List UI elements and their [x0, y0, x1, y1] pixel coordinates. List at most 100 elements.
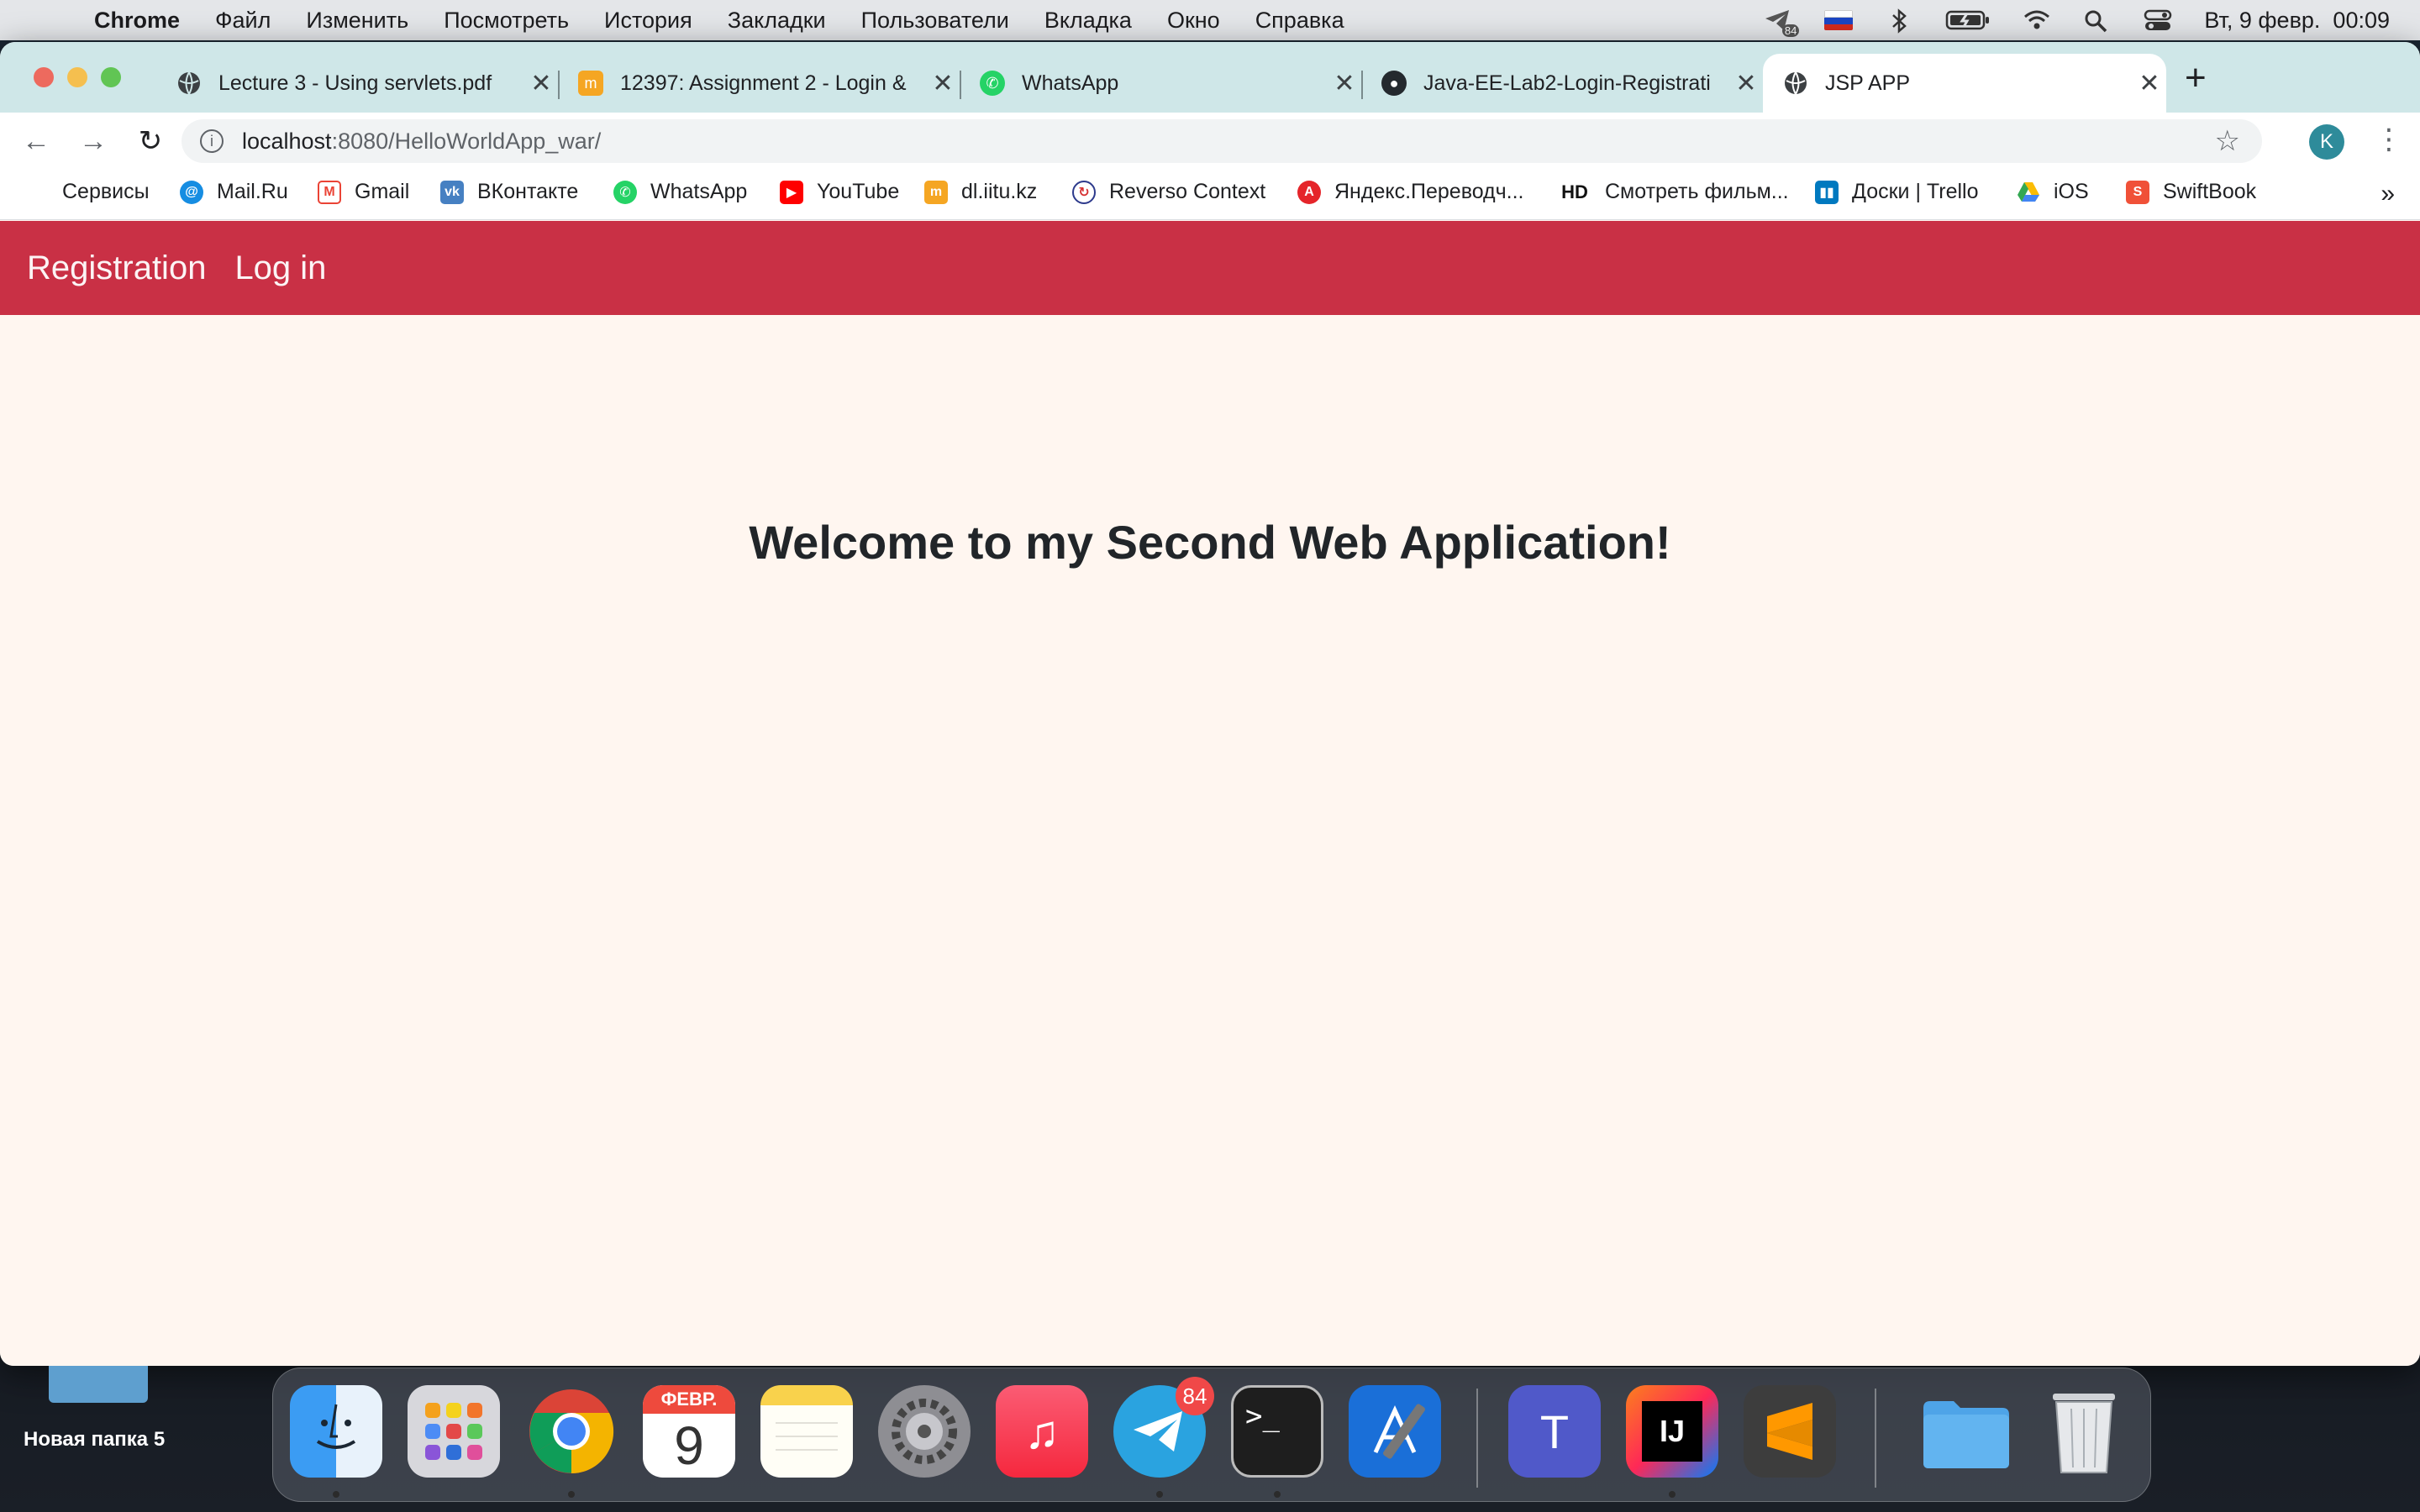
- bookmark-reverso[interactable]: ↻ Reverso Context: [1072, 180, 1265, 204]
- bookmark-whatsapp[interactable]: ✆ WhatsApp: [613, 180, 747, 204]
- bookmark-label: Сервисы: [62, 180, 150, 203]
- tab-jsp-app[interactable]: JSP APP ✕: [1763, 54, 2166, 113]
- menu-users[interactable]: Пользователи: [861, 8, 1009, 34]
- zoom-window-button[interactable]: [101, 67, 121, 87]
- menu-clock[interactable]: Вт, 9 февр. 00:09: [2204, 8, 2390, 34]
- bookmark-star-icon[interactable]: ☆: [2215, 124, 2240, 158]
- bookmark-swiftbook[interactable]: S SwiftBook: [2126, 180, 2256, 204]
- chrome-icon[interactable]: [525, 1385, 618, 1478]
- back-button[interactable]: ←: [15, 125, 57, 158]
- intellij-icon[interactable]: IJ: [1626, 1385, 1718, 1478]
- finder-icon[interactable]: [290, 1385, 382, 1478]
- moodle-icon: m: [578, 71, 603, 96]
- close-tab-icon[interactable]: ✕: [1328, 69, 1361, 98]
- menu-edit[interactable]: Изменить: [306, 8, 408, 34]
- battery-icon[interactable]: [1945, 8, 1991, 32]
- close-tab-icon[interactable]: ✕: [926, 69, 960, 98]
- chrome-menu-icon[interactable]: ⋮: [2375, 123, 2403, 156]
- apps-grid-icon: [25, 181, 49, 204]
- system-preferences-icon[interactable]: [878, 1385, 971, 1478]
- tab-whatsapp[interactable]: ✆ WhatsApp ✕: [960, 54, 1363, 113]
- calendar-day: 9: [674, 1415, 704, 1476]
- nav-login-link[interactable]: Log in: [234, 249, 326, 287]
- menu-help[interactable]: Справка: [1255, 8, 1344, 34]
- bookmark-label: iOS: [2054, 180, 2089, 203]
- bookmark-trello[interactable]: ▮▮ Доски | Trello: [1815, 180, 1979, 204]
- bookmark-yandex-translate[interactable]: A Яндекс.Переводч...: [1297, 180, 1524, 204]
- new-tab-button[interactable]: +: [2185, 57, 2207, 99]
- telegram-icon[interactable]: 84: [1113, 1377, 1214, 1478]
- tab-title: JSP APP: [1825, 71, 1910, 95]
- trash-icon[interactable]: [2038, 1385, 2130, 1478]
- bookmark-label: Яндекс.Переводч...: [1334, 180, 1524, 203]
- whatsapp-icon: ✆: [613, 180, 637, 204]
- launchpad-icon[interactable]: [408, 1385, 500, 1478]
- russian-flag-icon[interactable]: [1824, 10, 1854, 30]
- bookmark-ios[interactable]: iOS: [2017, 180, 2089, 204]
- bookmark-movies[interactable]: HD Смотреть фильм...: [1558, 180, 1789, 204]
- calendar-icon[interactable]: ФЕВР. 9: [643, 1385, 735, 1478]
- bookmark-youtube[interactable]: ▶ YouTube: [780, 180, 899, 204]
- tab-assignment[interactable]: m 12397: Assignment 2 - Login & ✕: [558, 54, 961, 113]
- running-indicator: [1156, 1491, 1163, 1498]
- spotlight-search-icon[interactable]: [2083, 8, 2112, 33]
- site-info-icon[interactable]: i: [200, 129, 224, 153]
- bookmark-label: Mail.Ru: [217, 180, 288, 203]
- bookmark-mailru[interactable]: @ Mail.Ru: [180, 180, 288, 204]
- trello-icon: ▮▮: [1815, 180, 1839, 204]
- bookmark-label: WhatsApp: [650, 180, 748, 203]
- terminal-icon[interactable]: >_: [1231, 1385, 1323, 1478]
- teams-icon[interactable]: T: [1508, 1385, 1601, 1478]
- profile-avatar[interactable]: K: [2309, 124, 2344, 160]
- menu-view[interactable]: Посмотреть: [444, 8, 569, 34]
- control-center-icon[interactable]: [2144, 8, 2172, 32]
- bluetooth-icon[interactable]: [1885, 8, 1913, 34]
- hd-icon: HD: [1561, 181, 1588, 202]
- menu-history[interactable]: История: [604, 8, 692, 34]
- menu-tab[interactable]: Вкладка: [1044, 8, 1132, 34]
- close-tab-icon[interactable]: ✕: [524, 69, 558, 98]
- forward-button[interactable]: →: [72, 125, 114, 158]
- folder-icon[interactable]: [1920, 1385, 2012, 1478]
- site-navbar: Registration Log in: [0, 221, 2420, 315]
- bookmark-label: Смотреть фильм...: [1605, 180, 1789, 203]
- telegram-status-icon[interactable]: 84: [1764, 8, 1800, 37]
- menu-bookmarks[interactable]: Закладки: [728, 8, 826, 34]
- moodle-icon: m: [924, 180, 948, 204]
- page-heading: Welcome to my Second Web Application!: [749, 516, 1671, 569]
- menu-file[interactable]: Файл: [215, 8, 271, 34]
- bookmark-iitu[interactable]: m dl.iitu.kz: [924, 180, 1037, 204]
- more-bookmarks-icon[interactable]: »: [2381, 180, 2395, 208]
- sublime-icon[interactable]: [1744, 1385, 1836, 1478]
- bookmark-services[interactable]: Сервисы: [25, 180, 150, 204]
- bookmark-vk[interactable]: vk ВКонтакте: [440, 180, 578, 204]
- url-host: localhost: [242, 128, 332, 154]
- minimize-window-button[interactable]: [67, 67, 87, 87]
- desktop-folder-icon[interactable]: [49, 1366, 148, 1403]
- reload-button[interactable]: ↻: [129, 124, 171, 158]
- menu-app-name[interactable]: Chrome: [94, 8, 180, 34]
- xcode-icon[interactable]: [1349, 1385, 1441, 1478]
- reverso-icon: ↻: [1072, 180, 1096, 204]
- github-icon: ●: [1381, 71, 1407, 96]
- desktop-folder-label[interactable]: Новая папка 5: [24, 1428, 165, 1452]
- close-tab-icon[interactable]: ✕: [1729, 69, 1763, 98]
- notes-icon[interactable]: [760, 1385, 853, 1478]
- music-icon[interactable]: ♫: [996, 1385, 1088, 1478]
- yandex-translate-icon: A: [1297, 180, 1321, 204]
- dock-divider: [1875, 1389, 1876, 1488]
- telegram-status-badge: 84: [1781, 24, 1800, 37]
- nav-registration-link[interactable]: Registration: [27, 249, 206, 287]
- menu-window[interactable]: Окно: [1167, 8, 1220, 34]
- address-bar[interactable]: i localhost:8080/HelloWorldApp_war/ ☆: [182, 119, 2262, 163]
- bookmarks-bar: Сервисы @ Mail.Ru M Gmail vk ВКонтакте ✆…: [0, 170, 2420, 220]
- close-tab-icon[interactable]: ✕: [2133, 69, 2166, 98]
- bookmark-gmail[interactable]: M Gmail: [318, 180, 409, 204]
- calendar-month: ФЕВР.: [643, 1385, 735, 1414]
- close-window-button[interactable]: [34, 67, 54, 87]
- tab-lecture-pdf[interactable]: Lecture 3 - Using servlets.pdf ✕: [156, 54, 560, 113]
- bookmark-label: YouTube: [817, 180, 900, 203]
- tab-github[interactable]: ● Java-EE-Lab2-Login-Registrati ✕: [1361, 54, 1763, 113]
- wifi-icon[interactable]: [2023, 8, 2051, 32]
- web-page: Registration Log in Welcome to my Second…: [0, 221, 2420, 1366]
